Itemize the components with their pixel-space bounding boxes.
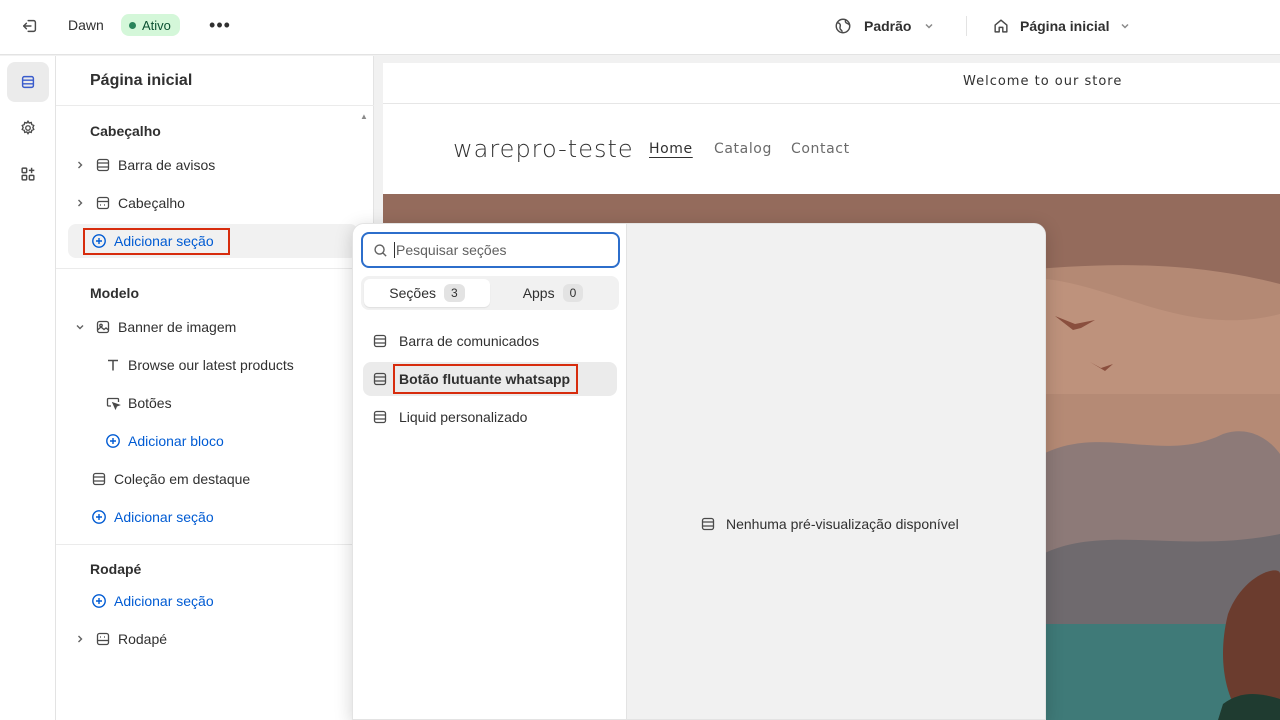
plus-circle-icon: [104, 432, 122, 450]
footer-section-icon: [94, 630, 112, 648]
group-header-label: Cabeçalho: [90, 123, 161, 139]
divider: [56, 268, 374, 269]
gear-icon[interactable]: [7, 108, 49, 148]
block-label: Browse our latest products: [128, 357, 294, 373]
section-option-custom-liquid[interactable]: Liquid personalizado: [363, 400, 617, 434]
section-label: Coleção em destaque: [114, 471, 251, 487]
add-section-label: Adicionar seção: [114, 509, 214, 525]
section-footer[interactable]: Rodapé: [68, 622, 358, 656]
status-badge: Ativo: [121, 14, 180, 36]
section-label: Banner de imagem: [118, 319, 237, 335]
section-preview-pane: [627, 224, 1045, 719]
section-icon: [90, 470, 108, 488]
locale-selector[interactable]: Padrão: [834, 14, 935, 38]
section-featured-collection[interactable]: Coleção em destaque: [68, 462, 358, 496]
section-icon: [371, 370, 389, 388]
divider: [56, 105, 374, 106]
add-block-button[interactable]: Adicionar bloco: [68, 424, 358, 458]
search-icon: [373, 243, 388, 258]
highlight-box: [393, 364, 578, 394]
section-option-announcement[interactable]: Barra de comunicados: [363, 324, 617, 358]
announcement-bar: Welcome to our store: [383, 63, 1280, 104]
chevron-right-icon[interactable]: [74, 160, 86, 170]
nav-home-link[interactable]: Home: [649, 141, 693, 157]
chevron-right-icon[interactable]: [74, 634, 86, 644]
chevron-right-icon[interactable]: [74, 198, 86, 208]
section-label: Rodapé: [118, 631, 168, 647]
exit-icon[interactable]: [18, 14, 42, 38]
theme-name: Dawn: [68, 17, 104, 33]
add-section-template-button[interactable]: Adicionar seção: [68, 500, 358, 534]
block-text[interactable]: Browse our latest products: [68, 348, 358, 382]
image-section-icon: [94, 318, 112, 336]
search-input[interactable]: [396, 242, 606, 258]
sections-sidebar: Página inicial ▲ Cabeçalho Barra de avis…: [56, 56, 374, 720]
group-template-label: Modelo: [90, 285, 139, 301]
sections-icon[interactable]: [7, 62, 49, 102]
section-icon: [371, 408, 389, 426]
block-label: Botões: [128, 395, 172, 411]
block-buttons[interactable]: Botões: [68, 386, 358, 420]
section-icon: [94, 156, 112, 174]
nav-contact-link[interactable]: Contact: [791, 141, 850, 157]
header-section-icon: [94, 194, 112, 212]
status-dot-icon: [129, 21, 136, 29]
announcement-text: Welcome to our store: [963, 74, 1123, 89]
tab-apps[interactable]: Apps 0: [490, 279, 616, 307]
text-icon: [104, 356, 122, 374]
plus-circle-icon: [90, 592, 108, 610]
chevron-down-icon: [1119, 20, 1131, 32]
tab-bar: Seções 3 Apps 0: [361, 276, 619, 310]
add-block-label: Adicionar bloco: [128, 433, 224, 449]
locale-label: Padrão: [864, 18, 912, 34]
section-picker: Seções 3 Apps 0 Barra de comunicados Bot…: [353, 224, 627, 719]
text-caret: [394, 242, 395, 258]
top-bar: Dawn Ativo ••• Padrão Página inicial: [0, 0, 1280, 55]
add-section-footer-button[interactable]: Adicionar seção: [68, 584, 358, 618]
page-title: Página inicial: [90, 72, 193, 89]
section-header[interactable]: Cabeçalho: [68, 186, 358, 220]
nav-catalog-link[interactable]: Catalog: [714, 141, 772, 157]
section-option-label: Barra de comunicados: [399, 333, 540, 349]
tab-label: Apps: [522, 285, 555, 301]
group-footer-label: Rodapé: [90, 561, 142, 577]
section-label: Barra de avisos: [118, 157, 216, 173]
button-pointer-icon: [104, 394, 122, 412]
tab-count-badge: 0: [562, 284, 584, 302]
divider: [966, 16, 967, 36]
section-image-banner[interactable]: Banner de imagem: [68, 310, 358, 344]
scroll-up-icon[interactable]: ▲: [360, 112, 368, 121]
search-box[interactable]: [361, 232, 620, 268]
add-section-label: Adicionar seção: [114, 593, 214, 609]
plus-circle-icon: [90, 508, 108, 526]
add-section-popover: Seções 3 Apps 0 Barra de comunicados Bot…: [352, 223, 1046, 720]
status-badge-label: Ativo: [142, 17, 171, 33]
page-label: Página inicial: [1020, 18, 1110, 34]
divider: [56, 544, 374, 545]
section-announcement-bar[interactable]: Barra de avisos: [68, 148, 358, 182]
tab-label: Seções: [389, 285, 436, 301]
section-label: Cabeçalho: [118, 195, 185, 211]
section-option-label: Liquid personalizado: [399, 409, 528, 425]
section-icon: [371, 332, 389, 350]
highlight-box: [83, 228, 230, 255]
chevron-down-icon[interactable]: [74, 322, 86, 332]
no-preview-label: Nenhuma pré-visualização disponível: [726, 516, 959, 532]
more-options-button[interactable]: •••: [208, 13, 232, 37]
no-preview-message: Nenhuma pré-visualização disponível: [700, 516, 959, 532]
apps-icon[interactable]: [7, 154, 49, 194]
section-icon: [700, 516, 716, 532]
tab-sections[interactable]: Seções 3: [364, 279, 490, 307]
chevron-down-icon: [923, 20, 935, 32]
page-selector[interactable]: Página inicial: [992, 14, 1131, 38]
left-rail: [0, 56, 56, 720]
globe-icon: [834, 17, 852, 35]
store-name[interactable]: warepro-teste: [453, 135, 634, 163]
tab-count-badge: 3: [444, 284, 465, 302]
home-icon: [992, 17, 1010, 35]
